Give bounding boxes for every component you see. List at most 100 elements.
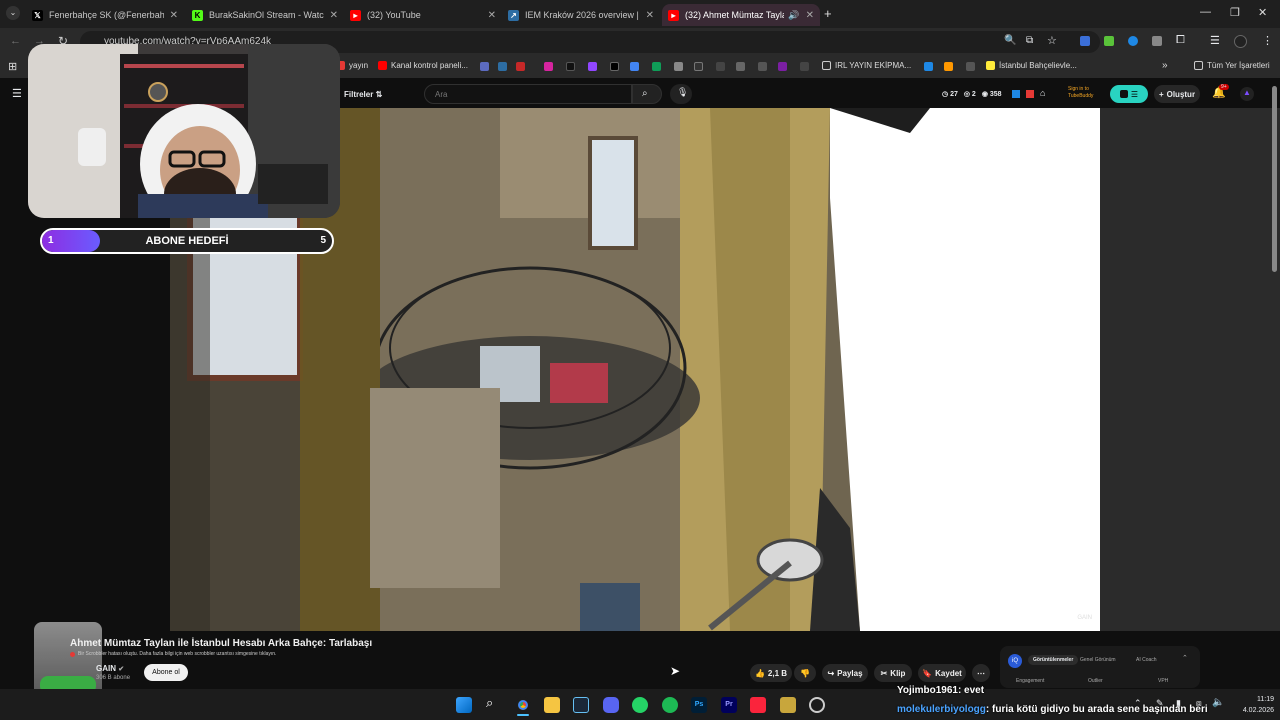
profile-avatar[interactable] bbox=[1234, 35, 1247, 48]
extension-icon[interactable] bbox=[1128, 36, 1138, 46]
clip-button[interactable]: ✂ Klip bbox=[874, 664, 912, 682]
create-button[interactable]: + Oluştur bbox=[1154, 85, 1200, 103]
search-placeholder: Ara bbox=[435, 90, 448, 99]
bookmark-icon[interactable] bbox=[924, 62, 933, 71]
all-bookmarks[interactable]: Tüm Yer İşaretleri bbox=[1194, 61, 1270, 70]
zoom-icon[interactable]: 🔍 bbox=[1004, 35, 1016, 46]
install-icon[interactable]: ⧉ bbox=[1026, 35, 1033, 46]
volume-icon[interactable]: 🔈 bbox=[1212, 697, 1224, 708]
bell-outline-icon[interactable]: ⌂ bbox=[1040, 88, 1045, 98]
vidiq-tab-coach[interactable]: AI Coach bbox=[1136, 657, 1157, 663]
bookmark-icon[interactable] bbox=[736, 62, 745, 71]
tab-youtube-video[interactable]: ▸ (32) Ahmet Mümtaz Taylan 🔊 ✕ bbox=[662, 4, 820, 26]
dislike-button[interactable]: 👎 bbox=[794, 664, 816, 682]
close-icon[interactable]: ✕ bbox=[330, 10, 338, 21]
close-icon[interactable]: ✕ bbox=[488, 10, 496, 21]
instagram-icon[interactable] bbox=[544, 62, 553, 71]
new-tab-button[interactable]: + bbox=[824, 6, 832, 21]
apps-grid-icon[interactable]: ⊞ bbox=[8, 60, 17, 73]
error-icon bbox=[70, 651, 75, 657]
docs-icon[interactable] bbox=[630, 62, 639, 71]
close-icon[interactable]: ✕ bbox=[646, 10, 654, 21]
tab-search-button[interactable]: ⌄ bbox=[6, 6, 20, 20]
filters-button[interactable]: Filtreler ⇅ bbox=[344, 90, 382, 99]
close-window-icon[interactable]: ✕ bbox=[1258, 6, 1267, 19]
extension-icon[interactable] bbox=[1080, 36, 1090, 46]
chevron-up-icon[interactable]: ⌃ bbox=[1182, 654, 1188, 662]
voice-search-button[interactable]: 🎙 bbox=[670, 84, 692, 104]
bookmark-star-icon[interactable]: ☆ bbox=[1047, 34, 1057, 47]
extension-icon[interactable] bbox=[1104, 36, 1114, 46]
bookmark-icon[interactable] bbox=[480, 62, 489, 71]
more-actions-button[interactable]: ⋯ bbox=[972, 664, 990, 682]
premiere-icon[interactable]: Pr bbox=[721, 697, 737, 713]
bookmark-irl-yayin[interactable]: IRL YAYIN EKİPMA... bbox=[822, 61, 911, 70]
extension-icon[interactable] bbox=[1026, 90, 1034, 98]
x-icon[interactable] bbox=[610, 62, 619, 71]
avatar[interactable]: ▲ bbox=[1240, 87, 1254, 101]
bookmark-yayin[interactable]: yayın bbox=[336, 61, 368, 70]
photoshop-icon[interactable]: Ps bbox=[691, 697, 707, 713]
vidiq-tab-views[interactable]: Görüntülenmeler bbox=[1028, 655, 1079, 665]
webcam-overlay bbox=[28, 44, 340, 218]
taskbar-clock[interactable]: 11:19 4.02.2026 bbox=[1230, 694, 1274, 716]
reading-list-icon[interactable]: ☰ bbox=[1210, 34, 1220, 47]
tubebuddy-signin[interactable]: Sign in to TubeBuddy bbox=[1068, 86, 1108, 100]
bookmark-icon[interactable] bbox=[944, 62, 953, 71]
bookmark-icon[interactable] bbox=[966, 62, 975, 71]
search-icon[interactable]: ⌕ bbox=[486, 695, 502, 711]
close-icon[interactable]: ✕ bbox=[170, 10, 178, 21]
page-scrollbar[interactable] bbox=[1272, 86, 1277, 272]
vidiq-button[interactable]: ☰ bbox=[1110, 85, 1148, 103]
extension-icon[interactable] bbox=[1012, 90, 1020, 98]
app-icon[interactable] bbox=[780, 697, 796, 713]
steam-icon[interactable] bbox=[573, 697, 589, 713]
discord-icon[interactable] bbox=[603, 697, 619, 713]
tab-youtube-home[interactable]: ▸ (32) YouTube ✕ bbox=[344, 4, 502, 26]
share-button[interactable]: ↪ Paylaş bbox=[822, 664, 868, 682]
notifications-button[interactable]: 🔔 9+ bbox=[1212, 84, 1229, 99]
app-icon[interactable] bbox=[809, 697, 825, 713]
tab-fenerbahce[interactable]: 𝕏 Fenerbahçe SK (@Fenerbahce) ✕ bbox=[26, 4, 184, 26]
tab-hltv[interactable]: ↗ IEM Kraków 2026 overview | HL ✕ bbox=[502, 4, 660, 26]
extension-icon[interactable] bbox=[1152, 36, 1162, 46]
speaker-icon[interactable]: 🔊 bbox=[788, 10, 799, 21]
music-app-icon[interactable] bbox=[750, 697, 766, 713]
minimize-icon[interactable]: — bbox=[1200, 6, 1211, 18]
tab-kick[interactable]: K BurakSakinOl Stream - Watch L ✕ bbox=[186, 4, 344, 26]
back-icon[interactable]: ← bbox=[10, 35, 21, 47]
like-button[interactable]: 👍 2,1 B bbox=[750, 664, 792, 682]
bookmark-icon[interactable] bbox=[800, 62, 809, 71]
twitch-icon[interactable] bbox=[588, 62, 597, 71]
whatsapp-icon[interactable] bbox=[632, 697, 648, 713]
search-input[interactable]: Ara bbox=[424, 84, 632, 104]
bookmark-icon[interactable] bbox=[716, 62, 725, 71]
bookmark-icon[interactable] bbox=[778, 62, 787, 71]
clock-stat: ◷ 27 bbox=[942, 91, 958, 98]
restore-icon[interactable]: ❐ bbox=[1230, 6, 1240, 19]
search-button[interactable]: ⌕ bbox=[632, 84, 662, 104]
bookmark-kanal-kontrol[interactable]: Kanal kontrol paneli... bbox=[378, 61, 468, 70]
hamburger-menu-icon[interactable]: ☰ bbox=[12, 87, 22, 100]
menu-kebab-icon[interactable]: ⋮ bbox=[1262, 34, 1273, 47]
bookmark-icon[interactable] bbox=[694, 62, 703, 71]
save-button[interactable]: 🔖 Kaydet bbox=[918, 664, 966, 682]
bookmark-icon[interactable] bbox=[758, 62, 767, 71]
bookmark-icon[interactable] bbox=[516, 62, 525, 71]
notification-badge: 9+ bbox=[1219, 84, 1229, 90]
more-bookmarks-icon[interactable]: » bbox=[1162, 60, 1168, 71]
subscribe-button[interactable]: Abone ol bbox=[144, 664, 188, 681]
close-icon[interactable]: ✕ bbox=[806, 10, 814, 21]
sheets-icon[interactable] bbox=[652, 62, 661, 71]
tiktok-icon[interactable] bbox=[566, 62, 575, 71]
channel-name[interactable]: GAIN ✔ bbox=[96, 664, 124, 673]
extensions-puzzle-icon[interactable]: ⧠ bbox=[1176, 34, 1185, 47]
windows-start-icon[interactable] bbox=[456, 697, 472, 713]
bookmark-icon[interactable] bbox=[498, 62, 507, 71]
spotify-icon[interactable] bbox=[662, 697, 678, 713]
bookmark-icon[interactable] bbox=[674, 62, 683, 71]
bookmark-istanbul[interactable]: İstanbul Bahçelievle... bbox=[986, 61, 1077, 70]
file-explorer-icon[interactable] bbox=[544, 697, 560, 713]
chrome-icon[interactable] bbox=[515, 697, 531, 713]
vidiq-tab-overview[interactable]: Genel Görünüm bbox=[1080, 657, 1116, 663]
